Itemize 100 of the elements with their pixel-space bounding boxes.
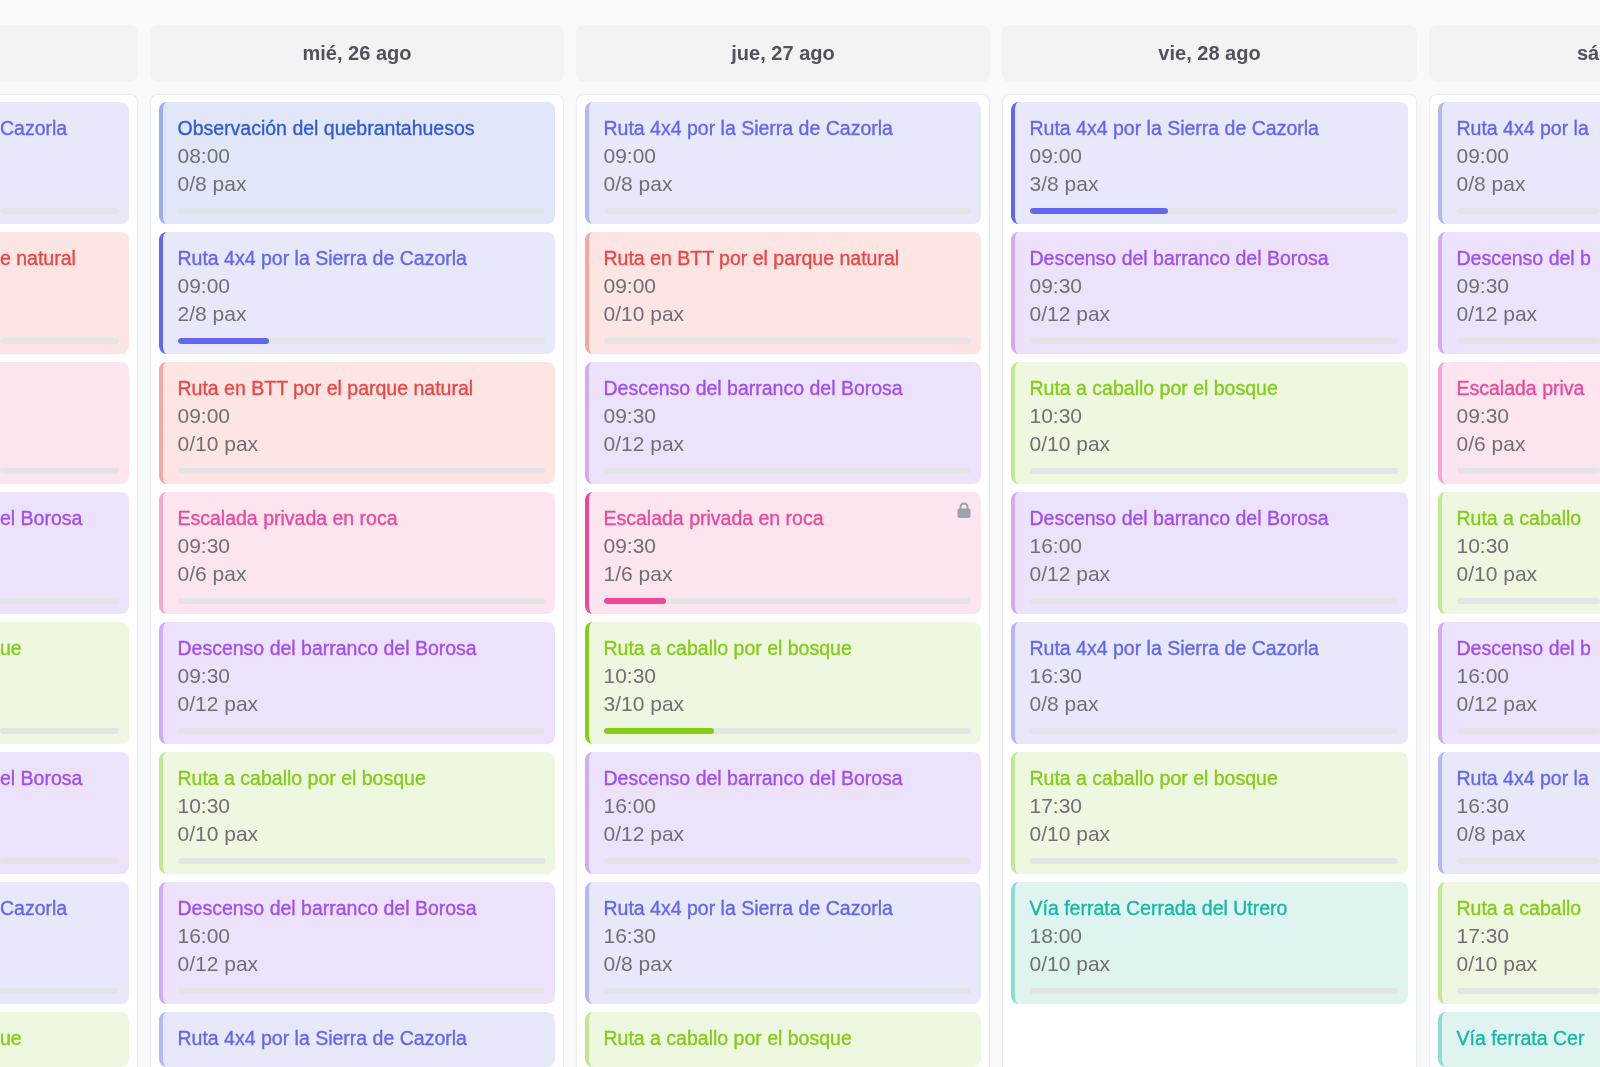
event-title: Descenso del barranco del Borosa — [603, 376, 903, 401]
event-card[interactable]: el Borosa — [0, 492, 129, 614]
event-capacity: 0/12 pax — [1456, 301, 1538, 327]
event-capacity: 0/8 pax — [1029, 691, 1099, 717]
event-title: Descenso del barranco del Borosa — [177, 896, 477, 921]
event-capacity: 1/6 pax — [603, 561, 673, 587]
event-title: Descenso del barranco del Borosa — [603, 766, 903, 791]
event-card[interactable]: Descenso del barranco del Borosa 09:30 0/12 pax — [159, 622, 555, 744]
event-card[interactable]: Observación del quebrantahuesos 08:00 0/8 pax — [159, 102, 555, 224]
event-capacity: 0/12 pax — [603, 821, 685, 847]
event-card[interactable]: Descenso del b 09:30 0/12 pax — [1438, 232, 1600, 354]
event-capacity: 0/6 pax — [1456, 431, 1526, 457]
event-card[interactable]: Ruta a caballo por el bosque 17:30 0/10 pax — [1011, 752, 1408, 874]
event-time: 17:30 — [1029, 793, 1083, 819]
event-card[interactable]: e natural — [0, 232, 129, 354]
day-header: jue, 27 ago — [576, 25, 990, 82]
event-time: 09:30 — [177, 663, 231, 689]
event-card[interactable]: Descenso del b 16:00 0/12 pax — [1438, 622, 1600, 744]
event-title: Ruta 4x4 por la Sierra de Cazorla — [603, 116, 893, 141]
event-title: el Borosa — [0, 506, 83, 531]
event-title: Ruta a caballo por el bosque — [1029, 376, 1278, 401]
event-time: 09:00 — [1029, 143, 1083, 169]
event-capacity: 0/12 pax — [177, 951, 259, 977]
event-card[interactable]: Ruta 4x4 por la 16:30 0/8 pax — [1438, 752, 1600, 874]
event-title: Descenso del barranco del Borosa — [1029, 246, 1329, 271]
event-title: Ruta 4x4 por la Sierra de Cazorla — [177, 246, 467, 271]
event-time: 09:30 — [1456, 403, 1510, 429]
event-time: 10:30 — [1029, 403, 1083, 429]
event-time: 16:30 — [1456, 793, 1510, 819]
event-title: Ruta 4x4 por la Sierra de Cazorla — [1029, 116, 1319, 141]
event-card[interactable]: Ruta 4x4 por la Sierra de Cazorla 09:00 3/8 pax — [1011, 102, 1408, 224]
event-capacity: 0/8 pax — [1456, 171, 1526, 197]
event-card[interactable]: Ruta en BTT por el parque natural 09:00 0/10 pax — [585, 232, 981, 354]
event-time: 09:30 — [177, 533, 231, 559]
event-card[interactable]: Escalada privada en roca 09:30 1/6 pax — [585, 492, 981, 614]
event-title: Ruta a caballo por el bosque — [603, 636, 852, 661]
event-title: Ruta a caballo por el bosque — [177, 766, 426, 791]
event-title: Ruta 4x4 por la — [1456, 766, 1589, 791]
event-time: 18:00 — [1029, 923, 1083, 949]
event-title: Ruta a caballo — [1456, 506, 1582, 531]
event-card[interactable]: Ruta en BTT por el parque natural 09:00 0/10 pax — [159, 362, 555, 484]
event-capacity: 0/10 pax — [1456, 951, 1538, 977]
event-capacity: 0/10 pax — [1456, 561, 1538, 587]
event-title: Escalada privada en roca — [603, 506, 824, 531]
event-capacity: 0/12 pax — [1456, 691, 1538, 717]
event-card[interactable]: Descenso del barranco del Borosa 16:00 0/12 pax — [1011, 492, 1408, 614]
event-card[interactable]: Descenso del barranco del Borosa 16:00 0/12 pax — [585, 752, 981, 874]
event-card[interactable] — [0, 362, 129, 484]
event-card[interactable]: Ruta 4x4 por la Sierra de Cazorla 09:00 0/8 pax — [585, 102, 981, 224]
event-capacity: 0/8 pax — [1456, 821, 1526, 847]
event-card[interactable]: Ruta a caballo por el bosque 10:30 0/10 pax — [159, 752, 555, 874]
event-title: Cazorla — [0, 896, 68, 921]
event-time: 16:00 — [1029, 533, 1083, 559]
event-capacity: 0/10 pax — [1029, 951, 1111, 977]
event-card[interactable]: Ruta a caballo 17:30 0/10 pax — [1438, 882, 1600, 1004]
event-capacity: 0/12 pax — [1029, 301, 1111, 327]
event-card[interactable]: Vía ferrata Cer — [1438, 1012, 1600, 1067]
event-card[interactable]: Ruta 4x4 por la 09:00 0/8 pax — [1438, 102, 1600, 224]
event-capacity: 0/12 pax — [177, 691, 259, 717]
event-capacity: 3/10 pax — [603, 691, 685, 717]
event-card[interactable]: Cazorla — [0, 102, 129, 224]
event-time: 16:00 — [177, 923, 231, 949]
event-card[interactable]: Cazorla — [0, 882, 129, 1004]
event-capacity: 2/8 pax — [177, 301, 247, 327]
event-card[interactable]: Ruta 4x4 por la Sierra de Cazorla — [159, 1012, 555, 1067]
event-capacity: 3/8 pax — [1029, 171, 1099, 197]
event-title: Observación del quebrantahuesos — [177, 116, 475, 141]
event-title: Ruta 4x4 por la Sierra de Cazorla — [177, 1026, 467, 1051]
event-card[interactable]: Ruta a caballo por el bosque 10:30 3/10 pax — [585, 622, 981, 744]
event-capacity: 0/10 pax — [1029, 821, 1111, 847]
event-card[interactable]: Ruta a caballo por el bosque 10:30 0/10 pax — [1011, 362, 1408, 484]
event-title: Descenso del b — [1456, 636, 1591, 661]
day-header: vie, 28 ago — [1002, 25, 1417, 82]
event-time: 16:00 — [1456, 663, 1510, 689]
event-card[interactable]: Ruta 4x4 por la Sierra de Cazorla 16:30 0/8 pax — [585, 882, 981, 1004]
event-title: Ruta a caballo — [1456, 896, 1582, 921]
event-title: Ruta a caballo por el bosque — [1029, 766, 1278, 791]
event-title: Ruta en BTT por el parque natural — [177, 376, 474, 401]
event-time: 09:30 — [603, 533, 657, 559]
event-card[interactable]: Ruta 4x4 por la Sierra de Cazorla 16:30 0/8 pax — [1011, 622, 1408, 744]
event-time: 16:30 — [1029, 663, 1083, 689]
event-time: 10:30 — [1456, 533, 1510, 559]
event-title: Ruta 4x4 por la — [1456, 116, 1589, 141]
event-card[interactable]: Descenso del barranco del Borosa 09:30 0/12 pax — [1011, 232, 1408, 354]
event-card[interactable]: Descenso del barranco del Borosa 09:30 0/12 pax — [585, 362, 981, 484]
event-title: ue — [0, 636, 22, 661]
event-card[interactable]: Escalada privada en roca 09:30 0/6 pax — [159, 492, 555, 614]
event-card[interactable]: Descenso del barranco del Borosa 16:00 0/12 pax — [159, 882, 555, 1004]
event-time: 16:30 — [603, 923, 657, 949]
event-card[interactable]: Vía ferrata Cerrada del Utrero 18:00 0/10 pax — [1011, 882, 1408, 1004]
event-card[interactable]: Ruta 4x4 por la Sierra de Cazorla 09:00 2/8 pax — [159, 232, 555, 354]
event-time: 08:00 — [177, 143, 231, 169]
event-title: Escalada privada en roca — [177, 506, 398, 531]
event-time: 10:30 — [603, 663, 657, 689]
event-card[interactable]: Ruta a caballo 10:30 0/10 pax — [1438, 492, 1600, 614]
event-card[interactable]: el Borosa — [0, 752, 129, 874]
event-capacity: 0/10 pax — [1029, 431, 1111, 457]
event-time: 09:00 — [603, 273, 657, 299]
event-card[interactable]: Escalada priva 09:30 0/6 pax — [1438, 362, 1600, 484]
event-time: 10:30 — [177, 793, 231, 819]
